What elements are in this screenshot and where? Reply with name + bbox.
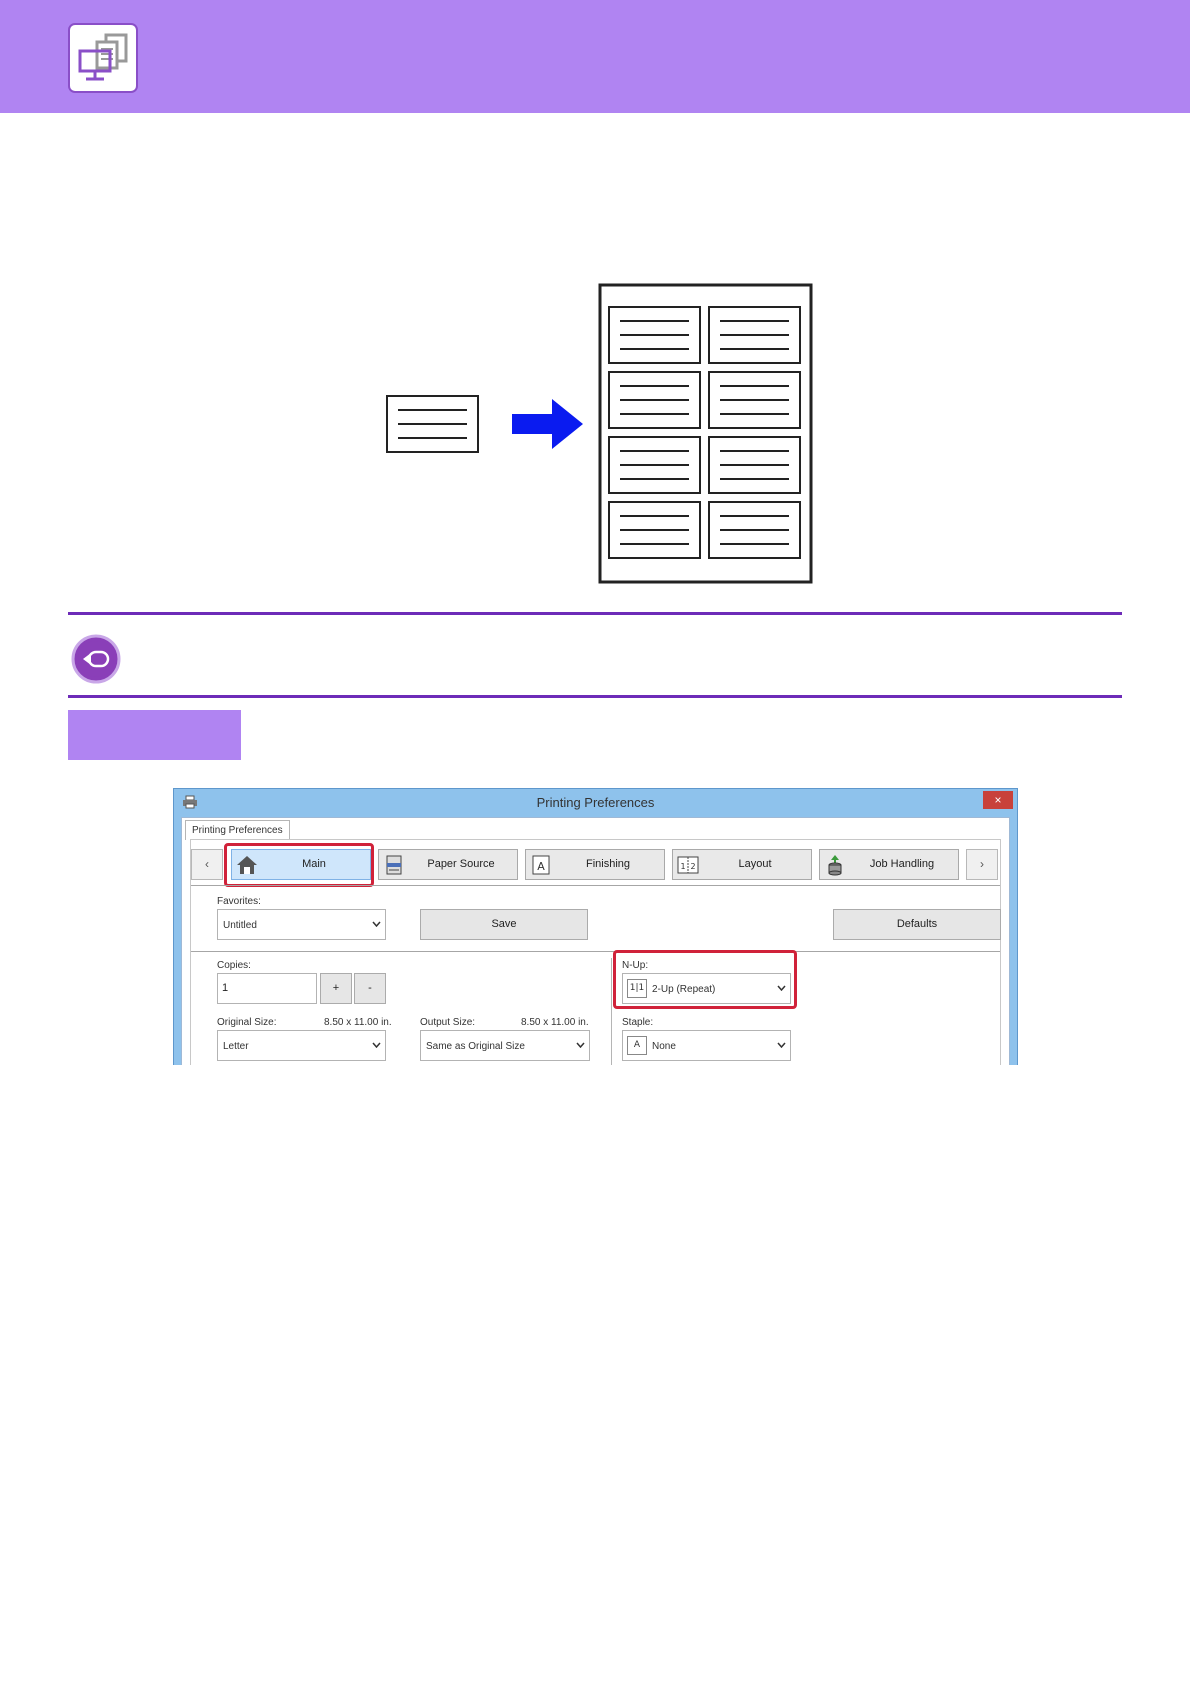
original-size-select[interactable]: Letter xyxy=(217,1030,386,1061)
printer-driver-icon xyxy=(68,23,138,93)
section-label-tab xyxy=(68,710,241,760)
header-band xyxy=(0,0,1190,113)
original-size-value: Letter xyxy=(223,1041,249,1052)
tabs-next-button[interactable]: › xyxy=(966,849,998,880)
copies-increment-button[interactable]: + xyxy=(320,973,352,1004)
right-arrow-icon xyxy=(512,399,583,449)
repeated-page-6 xyxy=(708,436,801,494)
repeated-page-3 xyxy=(608,371,701,429)
svg-text:1: 1 xyxy=(680,862,685,871)
staple-icon: A xyxy=(627,1036,647,1055)
paper-tray-icon xyxy=(383,854,405,876)
close-button[interactable]: × xyxy=(983,791,1013,809)
tab-printing-preferences[interactable]: Printing Preferences xyxy=(185,820,290,840)
tab-layout-label: Layout xyxy=(738,858,772,870)
staple-label: Staple: xyxy=(622,1017,654,1028)
tab-job-handling[interactable]: Job Handling xyxy=(819,849,959,880)
staple-value: None xyxy=(652,1041,676,1052)
original-size-dimensions: 8.50 x 11.00 in. xyxy=(324,1017,392,1028)
repeated-page-4 xyxy=(708,371,801,429)
section-separator xyxy=(191,951,1000,952)
svg-text:A: A xyxy=(537,860,545,873)
output-size-label: Output Size: xyxy=(420,1017,476,1028)
defaults-button[interactable]: Defaults xyxy=(833,909,1001,940)
output-size-select[interactable]: Same as Original Size xyxy=(420,1030,590,1061)
repeated-page-2 xyxy=(708,306,801,364)
chevron-down-icon xyxy=(372,921,381,927)
note-bottom-rule xyxy=(68,695,1122,698)
repeated-page-8 xyxy=(708,501,801,559)
save-button[interactable]: Save xyxy=(420,909,588,940)
copies-decrement-button[interactable]: - xyxy=(354,973,386,1004)
repeated-page-1 xyxy=(608,306,701,364)
tab-finishing[interactable]: A Finishing xyxy=(525,849,665,880)
job-handling-icon xyxy=(824,854,846,876)
output-size-value: Same as Original Size xyxy=(426,1041,525,1052)
tab-finishing-label: Finishing xyxy=(585,858,631,870)
printing-preferences-dialog: Printing Preferences × Printing Preferen… xyxy=(173,788,1018,1065)
repeated-page-5 xyxy=(608,436,701,494)
chevron-down-icon xyxy=(372,1042,381,1048)
finishing-icon: A xyxy=(530,854,552,876)
chevron-down-icon xyxy=(777,1042,786,1048)
note-top-rule xyxy=(68,612,1122,615)
output-size-dimensions: 8.50 x 11.00 in. xyxy=(521,1017,589,1028)
favorites-select[interactable]: Untitled xyxy=(217,909,386,940)
tab-paper-source[interactable]: Paper Source xyxy=(378,849,518,880)
original-page-graphic xyxy=(386,395,479,453)
chevron-down-icon xyxy=(576,1042,585,1048)
tab-paper-source-label: Paper Source xyxy=(427,858,495,870)
dialog-titlebar: Printing Preferences × xyxy=(174,789,1017,815)
tab-job-handling-label: Job Handling xyxy=(869,858,935,870)
layout-icon: 1 2 xyxy=(677,854,699,876)
copies-input[interactable]: 1 xyxy=(217,973,317,1004)
repeated-page-7 xyxy=(608,501,701,559)
tab-layout[interactable]: 1 2 Layout xyxy=(672,849,812,880)
dialog-title: Printing Preferences xyxy=(536,795,655,810)
output-sheet-graphic xyxy=(598,283,813,584)
repeated-pages-grid xyxy=(608,306,801,559)
main-tab-highlight xyxy=(224,843,374,887)
column-separator xyxy=(611,958,612,1065)
favorites-label: Favorites: xyxy=(217,896,261,907)
back-arrow-icon xyxy=(70,633,122,685)
original-size-label: Original Size: xyxy=(217,1017,277,1028)
svg-text:2: 2 xyxy=(690,862,695,871)
copies-label: Copies: xyxy=(217,960,251,971)
nup-highlight xyxy=(613,950,797,1009)
preferences-panel: ‹ Main Paper Source A Finishing 1 2 Layo… xyxy=(190,839,1001,1065)
tabs-prev-button[interactable]: ‹ xyxy=(191,849,223,880)
dialog-client-area: Printing Preferences ‹ Main Paper Source… xyxy=(181,817,1010,1065)
favorites-value: Untitled xyxy=(223,920,257,931)
tab-strip-separator xyxy=(191,885,1000,886)
staple-select[interactable]: A None xyxy=(622,1030,791,1061)
